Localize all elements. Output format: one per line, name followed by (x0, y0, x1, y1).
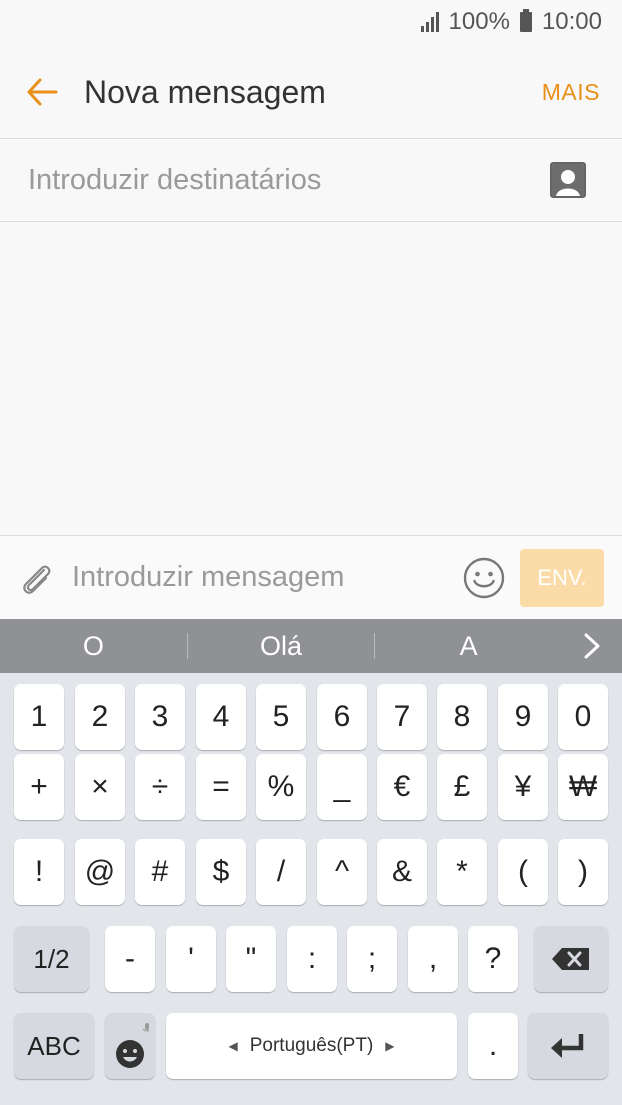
triangle-right-icon: ▶ (385, 1039, 395, 1053)
contact-icon (552, 164, 584, 196)
key-multiply[interactable]: × (75, 754, 125, 820)
key-divide[interactable]: ÷ (135, 754, 185, 820)
key-euro[interactable]: € (377, 754, 427, 820)
space-key[interactable]: ◀ Português(PT) ▶ (166, 1013, 457, 1079)
enter-icon (551, 1034, 584, 1058)
battery-icon (519, 9, 532, 32)
message-composer: ENV. (0, 535, 622, 619)
suggestion-item[interactable]: Olá (188, 631, 375, 662)
emoji-mic-icon (116, 1023, 149, 1068)
app-header: Nova mensagem MAIS (0, 52, 622, 132)
key-hyphen[interactable]: - (105, 926, 155, 992)
key-ampersand[interactable]: & (377, 839, 427, 905)
language-label: Português(PT) (249, 1035, 374, 1056)
screen: 100% 10:00 Nova mensagem MAIS Introduzir… (0, 0, 622, 1105)
chevron-right-icon (584, 633, 600, 659)
key-equals[interactable]: = (196, 754, 246, 820)
key-3[interactable]: 3 (135, 684, 185, 750)
triangle-left-icon: ◀ (228, 1039, 238, 1053)
key-7[interactable]: 7 (377, 684, 427, 750)
page-toggle-key[interactable]: 1/2 (14, 926, 89, 992)
key-quote[interactable]: " (226, 926, 276, 992)
key-asterisk[interactable]: * (437, 839, 487, 905)
suggestion-item[interactable]: A (375, 631, 562, 662)
key-hash[interactable]: # (135, 839, 185, 905)
smiley-icon (463, 557, 505, 598)
emoji-button[interactable] (454, 536, 514, 620)
paperclip-icon (23, 565, 51, 594)
key-0[interactable]: 0 (558, 684, 608, 750)
recipients-input[interactable] (28, 163, 550, 197)
key-percent[interactable]: % (256, 754, 306, 820)
emoji-key[interactable] (105, 1013, 155, 1079)
key-2[interactable]: 2 (75, 684, 125, 750)
signal-icon (420, 12, 439, 32)
keyboard: 1 2 3 4 5 6 7 8 9 0 + × ÷ = % _ € £ ¥ ₩ … (0, 673, 622, 1105)
key-slash[interactable]: / (256, 839, 306, 905)
key-semicolon[interactable]: ; (347, 926, 397, 992)
key-caret[interactable]: ^ (317, 839, 367, 905)
key-period[interactable]: . (468, 1013, 518, 1079)
send-button[interactable]: ENV. (520, 548, 604, 607)
key-9[interactable]: 9 (498, 684, 548, 750)
key-colon[interactable]: : (287, 926, 337, 992)
key-6[interactable]: 6 (317, 684, 367, 750)
attach-button[interactable] (0, 536, 72, 620)
clock: 10:00 (541, 8, 602, 35)
key-4[interactable]: 4 (196, 684, 246, 750)
key-won[interactable]: ₩ (558, 754, 608, 820)
key-underscore[interactable]: _ (317, 754, 367, 820)
message-input[interactable] (72, 561, 454, 594)
key-exclamation[interactable]: ! (14, 839, 64, 905)
contacts-button[interactable] (550, 162, 586, 198)
recipients-row (0, 138, 622, 222)
key-question[interactable]: ? (468, 926, 518, 992)
page-title: Nova mensagem (84, 73, 326, 110)
backspace-key[interactable] (534, 926, 608, 992)
more-button[interactable]: MAIS (542, 79, 622, 106)
key-plus[interactable]: + (14, 754, 64, 820)
status-bar: 100% 10:00 (0, 0, 622, 44)
key-1[interactable]: 1 (14, 684, 64, 750)
suggestion-bar: O Olá A (0, 619, 622, 673)
back-button[interactable] (0, 52, 84, 132)
key-paren-open[interactable]: ( (498, 839, 548, 905)
key-pound[interactable]: £ (437, 754, 487, 820)
key-apostrophe[interactable]: ' (166, 926, 216, 992)
key-paren-close[interactable]: ) (558, 839, 608, 905)
key-5[interactable]: 5 (256, 684, 306, 750)
enter-key[interactable] (528, 1013, 608, 1079)
battery-percent: 100% (448, 8, 510, 35)
expand-suggestions-button[interactable] (562, 633, 622, 659)
backspace-icon (552, 948, 589, 970)
back-arrow-icon (27, 78, 58, 106)
key-dollar[interactable]: $ (196, 839, 246, 905)
key-yen[interactable]: ¥ (498, 754, 548, 820)
key-8[interactable]: 8 (437, 684, 487, 750)
abc-key[interactable]: ABC (14, 1013, 94, 1079)
key-comma[interactable]: , (408, 926, 458, 992)
suggestion-item[interactable]: O (0, 631, 187, 662)
key-at[interactable]: @ (75, 839, 125, 905)
